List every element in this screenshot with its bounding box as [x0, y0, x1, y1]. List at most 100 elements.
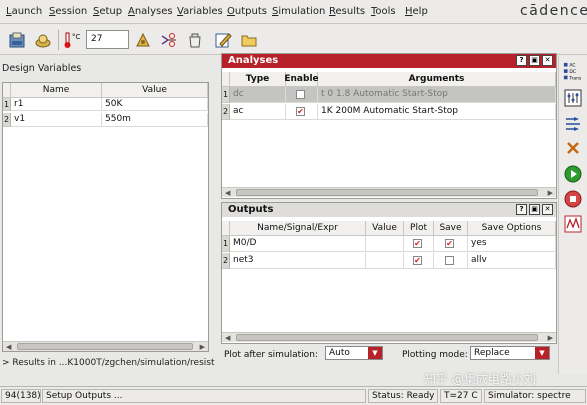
- menu-tools[interactable]: Tools: [371, 6, 396, 17]
- status-temperature: T=27 C: [440, 389, 482, 403]
- delete-icon[interactable]: [563, 138, 583, 158]
- close-button[interactable]: ✕: [542, 55, 553, 66]
- stop-simulation-icon[interactable]: [563, 189, 583, 209]
- output-name-cell[interactable]: M0/D: [230, 236, 366, 252]
- temperature-input[interactable]: 27: [86, 30, 129, 49]
- scroll-left-icon[interactable]: ◀: [225, 189, 230, 197]
- chevron-down-icon[interactable]: ▼: [535, 347, 549, 359]
- value-column-header[interactable]: Value: [366, 221, 404, 236]
- scroll-left-icon[interactable]: ◀: [6, 343, 11, 351]
- edit-notes-icon[interactable]: [212, 29, 234, 51]
- analysis-type-cell[interactable]: dc: [230, 87, 286, 103]
- plot-after-value: Auto: [329, 348, 350, 358]
- save-column-header[interactable]: Save: [434, 221, 468, 236]
- output-plot-cell[interactable]: ✔: [404, 253, 434, 269]
- help-button[interactable]: ?: [516, 55, 527, 66]
- scroll-thumb[interactable]: [236, 334, 538, 341]
- enable-checkbox[interactable]: ✔: [296, 107, 305, 116]
- menu-setup[interactable]: Setup: [93, 6, 122, 17]
- output-save-cell[interactable]: ✔: [434, 236, 468, 252]
- menu-variables[interactable]: Variables: [177, 6, 223, 17]
- float-button[interactable]: ▣: [529, 204, 540, 215]
- enable-column-header[interactable]: Enable: [284, 72, 319, 87]
- save-options-column-header[interactable]: Save Options: [468, 221, 556, 236]
- row-number-header: [222, 72, 230, 87]
- menu-outputs[interactable]: Outputs: [227, 6, 267, 17]
- outputs-pane: Outputs ? ▣ ✕ Name/Signal/Expr Value Plo…: [221, 202, 557, 344]
- outputs-hscroll[interactable]: ◀ ▶: [222, 332, 556, 342]
- chevron-down-icon[interactable]: ▼: [368, 347, 382, 359]
- plot-column-header[interactable]: Plot: [404, 221, 434, 236]
- close-button[interactable]: ✕: [542, 204, 553, 215]
- output-name-cell[interactable]: net3: [230, 253, 366, 269]
- analysis-arguments-cell[interactable]: 1K 200M Automatic Start-Stop: [318, 104, 556, 120]
- float-button[interactable]: ▣: [529, 55, 540, 66]
- toolbar: °C 27: [0, 25, 587, 55]
- row-number: 1: [222, 87, 230, 103]
- plot-settings-row: Plot after simulation: Auto ▼ Plotting m…: [224, 346, 554, 364]
- variable-name-cell[interactable]: v1: [11, 113, 102, 127]
- scroll-thumb[interactable]: [236, 189, 538, 196]
- plot-checkbox[interactable]: ✔: [413, 239, 422, 248]
- variable-value-cell[interactable]: 550m: [102, 113, 208, 127]
- analysis-arguments-cell[interactable]: t 0 1.8 Automatic Start-Stop: [318, 87, 556, 103]
- netlist-icon[interactable]: [184, 29, 206, 51]
- svg-text:°C: °C: [72, 33, 81, 41]
- analysis-type-cell[interactable]: ac: [230, 104, 286, 120]
- analysis-enable-cell[interactable]: ✔: [286, 104, 318, 120]
- scroll-thumb[interactable]: [17, 343, 193, 350]
- svg-text:Trans: Trans: [568, 75, 582, 81]
- plot-outputs-icon[interactable]: [563, 214, 583, 234]
- menu-help[interactable]: Help: [405, 6, 428, 17]
- row-number: 1: [222, 236, 230, 252]
- cadence-logo: cādence: [520, 3, 587, 19]
- save-checkbox[interactable]: ✔: [445, 239, 454, 248]
- output-plot-cell[interactable]: ✔: [404, 236, 434, 252]
- scroll-left-icon[interactable]: ◀: [225, 334, 230, 342]
- choose-analyses-icon[interactable]: AC DC Trans: [563, 60, 583, 84]
- value-column-header[interactable]: Value: [102, 83, 208, 98]
- scroll-right-icon[interactable]: ▶: [548, 334, 553, 342]
- menu-analyses[interactable]: Analyses: [128, 6, 173, 17]
- plot-checkbox[interactable]: ✔: [413, 256, 422, 265]
- save-state-icon[interactable]: [32, 29, 54, 51]
- design-variables-table: Name Value 1 r1 50K 2 v1 550m ◀ ▶: [2, 82, 209, 352]
- status-state: Status: Ready: [368, 389, 438, 403]
- type-column-header[interactable]: Type: [230, 72, 286, 87]
- menu-launch[interactable]: Launch: [6, 6, 42, 17]
- plot-after-select[interactable]: Auto ▼: [325, 346, 383, 360]
- run-simulation-icon[interactable]: [563, 164, 583, 184]
- signal-column-header[interactable]: Name/Signal/Expr: [230, 221, 366, 236]
- edit-variables-icon[interactable]: [563, 88, 583, 108]
- setup-model-icon[interactable]: [132, 29, 154, 51]
- menu-results[interactable]: Results: [329, 6, 365, 17]
- open-folder-icon[interactable]: [238, 29, 260, 51]
- menu-simulation[interactable]: Simulation: [272, 6, 325, 17]
- enable-checkbox[interactable]: [296, 90, 305, 99]
- edit-schematic-icon[interactable]: [158, 29, 180, 51]
- setup-outputs-icon[interactable]: [563, 114, 583, 134]
- variable-value-cell[interactable]: 50K: [102, 98, 208, 111]
- scroll-right-icon[interactable]: ▶: [548, 189, 553, 197]
- row-number: 2: [222, 104, 230, 120]
- row-number-header: [222, 221, 230, 236]
- name-column-header[interactable]: Name: [11, 83, 102, 98]
- analysis-enable-cell[interactable]: [286, 87, 318, 103]
- outputs-title-bar: Outputs ? ▣ ✕: [222, 203, 556, 217]
- arguments-column-header[interactable]: Arguments: [318, 72, 556, 87]
- design-variables-hscroll[interactable]: ◀ ▶: [3, 341, 208, 351]
- plotting-mode-select[interactable]: Replace ▼: [470, 346, 550, 360]
- analyses-title: Analyses: [228, 55, 279, 66]
- load-state-icon[interactable]: [6, 29, 28, 51]
- row-number: 1: [3, 98, 11, 111]
- analyses-hscroll[interactable]: ◀ ▶: [222, 187, 556, 197]
- menu-session[interactable]: Session: [49, 6, 87, 17]
- svg-text:AC: AC: [569, 63, 575, 69]
- variable-name-cell[interactable]: r1: [11, 98, 102, 111]
- save-checkbox[interactable]: [445, 256, 454, 265]
- scroll-right-icon[interactable]: ▶: [200, 343, 205, 351]
- output-save-cell[interactable]: [434, 253, 468, 269]
- help-button[interactable]: ?: [516, 204, 527, 215]
- save-options-cell[interactable]: yes: [468, 236, 556, 252]
- save-options-cell[interactable]: allv: [468, 253, 556, 269]
